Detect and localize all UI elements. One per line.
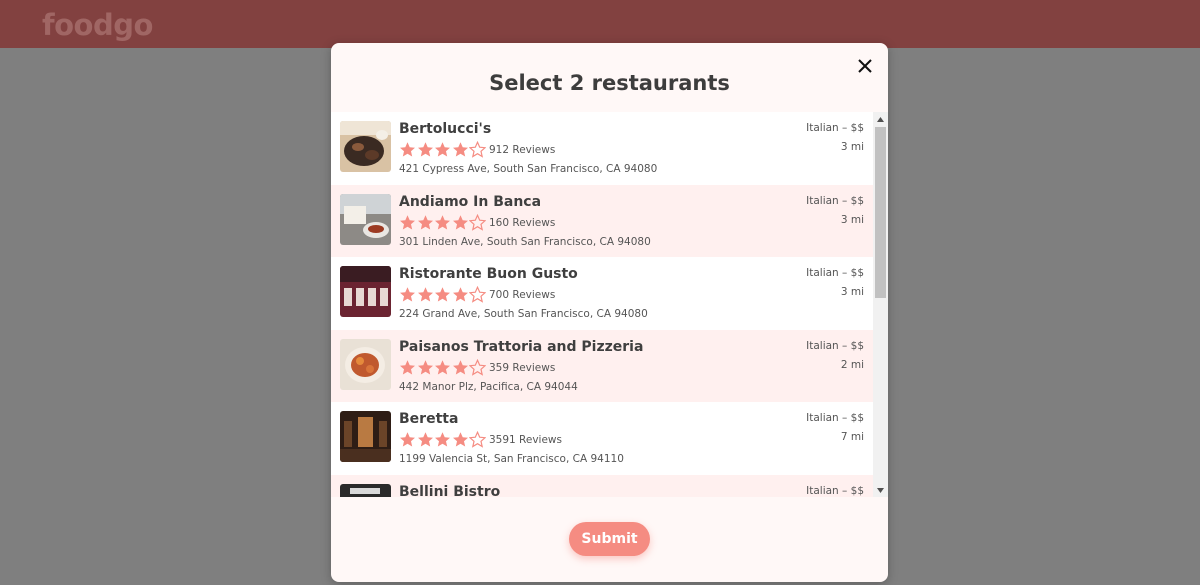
restaurant-row[interactable]: Bellini Bistro Italian – $$ — [331, 474, 873, 498]
review-count: 3591 Reviews — [489, 434, 562, 446]
restaurant-address: 1199 Valencia St, San Francisco, CA 9411… — [399, 453, 624, 465]
star-filled-icon — [417, 359, 433, 375]
select-restaurants-modal: Select 2 restaurants Bertolucci's 912 Re… — [331, 43, 888, 582]
cuisine-price: Italian – $$ — [806, 122, 864, 134]
star-filled-icon — [435, 432, 450, 447]
restaurant-photo — [340, 338, 391, 390]
scroll-up-arrow[interactable] — [873, 112, 888, 126]
star-rating — [399, 431, 487, 449]
star-filled-icon — [435, 214, 450, 230]
restaurant-row[interactable]: Paisanos Trattoria and Pizzeria 359 Revi… — [331, 329, 873, 402]
star-filled-icon — [400, 142, 415, 157]
restaurant-name: Ristorante Buon Gusto — [399, 266, 578, 282]
restaurant-address: 421 Cypress Ave, South San Francisco, CA… — [399, 163, 658, 175]
restaurant-photo — [340, 121, 391, 172]
submit-button[interactable]: Submit — [569, 522, 650, 556]
star-empty-icon — [469, 286, 486, 303]
list-scrollbar[interactable] — [873, 112, 888, 497]
scroll-down-arrow[interactable] — [873, 483, 888, 497]
restaurant-row[interactable]: Beretta 3591 Reviews 1199 Valencia St, S… — [331, 402, 873, 475]
star-filled-icon — [417, 432, 433, 447]
star-filled-icon — [452, 142, 468, 157]
restaurant-name: Beretta — [399, 411, 459, 427]
star-empty-icon — [469, 141, 486, 158]
cuisine-price: Italian – $$ — [806, 339, 864, 352]
cuisine-price: Italian – $$ — [806, 194, 864, 207]
star-empty-icon — [469, 431, 486, 448]
star-rating — [399, 141, 487, 159]
star-filled-icon — [452, 359, 468, 375]
restaurant-photo — [340, 266, 391, 317]
scroll-thumb[interactable] — [875, 127, 886, 298]
restaurant-photo — [340, 411, 391, 462]
restaurant-address: 442 Manor Plz, Pacifica, CA 94044 — [399, 380, 578, 393]
restaurant-row[interactable]: Bertolucci's 912 Reviews 421 Cypress Ave… — [331, 112, 873, 185]
review-count: 912 Reviews — [489, 144, 556, 156]
star-filled-icon — [417, 214, 433, 230]
star-filled-icon — [400, 359, 415, 375]
restaurant-name: Bertolucci's — [399, 121, 492, 137]
star-rating — [399, 358, 487, 377]
restaurant-photo — [340, 193, 391, 245]
star-filled-icon — [452, 432, 468, 447]
modal-title: Select 2 restaurants — [489, 71, 730, 95]
star-filled-icon — [435, 142, 450, 157]
star-rating — [399, 286, 487, 304]
star-filled-icon — [435, 359, 450, 375]
cuisine-price: Italian – $$ — [806, 412, 864, 424]
restaurant-photo — [340, 483, 391, 497]
star-filled-icon — [452, 287, 468, 302]
restaurant-name: Paisanos Trattoria and Pizzeria — [399, 338, 644, 355]
triangle-down-icon — [877, 487, 884, 493]
review-count: 359 Reviews — [489, 361, 556, 374]
distance: 3 mi — [840, 213, 864, 226]
distance: 7 mi — [840, 431, 864, 443]
app-logo[interactable]: foodgo — [42, 8, 153, 42]
review-count: 160 Reviews — [489, 216, 556, 229]
close-icon — [858, 59, 872, 73]
star-filled-icon — [400, 287, 415, 302]
distance: 3 mi — [840, 286, 864, 298]
star-filled-icon — [400, 214, 415, 230]
star-filled-icon — [400, 432, 415, 447]
star-filled-icon — [417, 287, 433, 302]
star-empty-icon — [469, 213, 486, 231]
distance: 3 mi — [840, 141, 864, 153]
restaurant-address: 224 Grand Ave, South San Francisco, CA 9… — [399, 308, 648, 320]
restaurant-name: Bellini Bistro — [399, 483, 501, 498]
review-count: 700 Reviews — [489, 289, 556, 301]
cuisine-price: Italian – $$ — [806, 267, 864, 279]
distance: 2 mi — [840, 358, 864, 371]
star-filled-icon — [452, 214, 468, 230]
triangle-up-icon — [877, 116, 884, 122]
star-rating — [399, 213, 487, 232]
star-filled-icon — [417, 142, 433, 157]
star-empty-icon — [469, 358, 486, 376]
restaurant-address: 301 Linden Ave, South San Francisco, CA … — [399, 235, 651, 248]
restaurant-row[interactable]: Andiamo In Banca 160 Reviews 301 Linden … — [331, 184, 873, 257]
top-navbar: foodgo — [0, 0, 1200, 48]
star-filled-icon — [435, 287, 450, 302]
cuisine-price: Italian – $$ — [806, 484, 864, 497]
close-button[interactable] — [856, 57, 874, 75]
restaurant-row[interactable]: Ristorante Buon Gusto 700 Reviews 224 Gr… — [331, 257, 873, 330]
restaurant-name: Andiamo In Banca — [399, 193, 542, 210]
restaurant-list[interactable]: Bertolucci's 912 Reviews 421 Cypress Ave… — [331, 112, 873, 497]
